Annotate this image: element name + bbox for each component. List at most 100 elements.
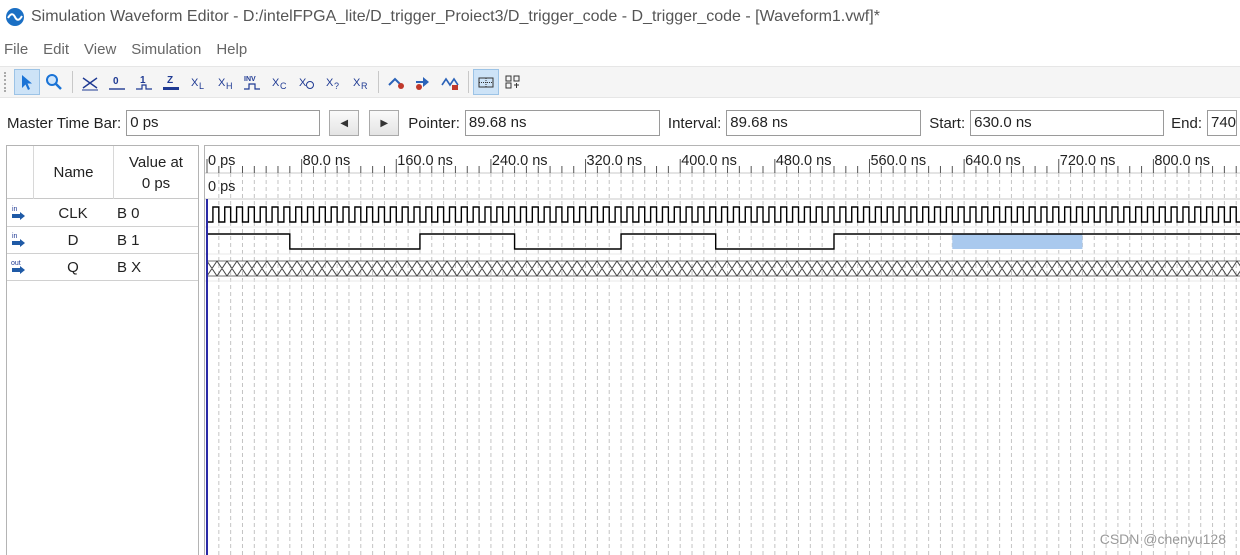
- master-time-bar-field[interactable]: 0 ps: [126, 110, 321, 136]
- value-header-line1: Value at: [129, 153, 183, 171]
- title-bar: Simulation Waveform Editor - D:/intelFPG…: [0, 0, 1240, 34]
- svg-text:X: X: [218, 77, 226, 89]
- selection-tool-button[interactable]: [14, 69, 40, 95]
- pointer-field: 89.68 ns: [464, 110, 660, 136]
- signal-name: Q: [67, 259, 79, 276]
- pointer-label: Pointer:: [408, 114, 460, 132]
- svg-text:Z: Z: [167, 75, 173, 86]
- force-low-icon: 0: [109, 76, 125, 90]
- menu-simulation[interactable]: Simulation: [131, 41, 201, 58]
- grid-size-button[interactable]: [473, 69, 499, 95]
- ruler-label: 0 ps: [208, 153, 235, 169]
- run-functional-simulation-button[interactable]: [410, 69, 436, 95]
- count-value-button[interactable]: XC: [266, 69, 292, 95]
- ruler-label: 320.0 ns: [587, 153, 643, 169]
- snap-to-grid-icon: [388, 77, 404, 89]
- force-unknown-button[interactable]: [77, 69, 103, 95]
- run-timing-simulation-button[interactable]: [437, 69, 463, 95]
- signal-row-clk[interactable]: in CLK B 0: [7, 200, 198, 227]
- ruler-label: 560.0 ns: [870, 153, 926, 169]
- snap-to-grid-button[interactable]: [383, 69, 409, 95]
- svg-text:X: X: [326, 77, 334, 89]
- random-value-button[interactable]: XR: [347, 69, 373, 95]
- force-weak-low-button[interactable]: XL: [185, 69, 211, 95]
- waveform-settings-button[interactable]: [500, 69, 526, 95]
- time-bar: Master Time Bar: 0 ps ◀ ▶ Pointer: 89.68…: [0, 104, 1240, 142]
- value-column-header[interactable]: Value at 0 ps: [113, 146, 198, 199]
- ruler-label: 720.0 ns: [1060, 153, 1116, 169]
- signal-name: CLK: [58, 205, 88, 222]
- force-unknown-icon: [82, 77, 98, 91]
- svg-text:L: L: [199, 81, 204, 91]
- force-weak-high-button[interactable]: XH: [212, 69, 238, 95]
- grid-size-icon: [478, 77, 494, 88]
- clock-icon: X: [299, 77, 314, 89]
- force-weak-low-icon: XL: [191, 77, 204, 91]
- svg-text:?: ?: [334, 81, 339, 91]
- input-pin-icon: in: [12, 233, 25, 247]
- svg-text:0: 0: [113, 76, 119, 87]
- signal-name: D: [67, 232, 79, 249]
- toolbar-grip[interactable]: [4, 72, 8, 92]
- ruler-label: 800.0 ns: [1154, 153, 1210, 169]
- clock-button[interactable]: X: [293, 69, 319, 95]
- signal-list-panel: Name Value at 0 ps in CLK B 0 in D B 1 o…: [6, 145, 199, 555]
- menu-help[interactable]: Help: [216, 41, 247, 58]
- ruler-label: 400.0 ns: [681, 153, 737, 169]
- input-pin-icon: in: [12, 206, 25, 220]
- interval-field: 89.68 ns: [726, 110, 922, 136]
- start-label: Start:: [929, 114, 966, 132]
- svg-text:C: C: [280, 81, 287, 91]
- menu-view[interactable]: View: [84, 41, 116, 58]
- app-icon: [6, 8, 24, 26]
- force-high-impedance-button[interactable]: Z: [158, 69, 184, 95]
- arbitrary-value-icon: X?: [326, 77, 339, 91]
- svg-text:1: 1: [140, 75, 146, 86]
- force-low-button[interactable]: 0: [104, 69, 130, 95]
- watermark: CSDN @chenyu128: [1099, 531, 1226, 547]
- ruler-label: 80.0 ns: [303, 153, 351, 169]
- svg-text:X: X: [353, 77, 361, 89]
- waveform-canvas[interactable]: 0 ps 80.0 ns 160.0 ns 240.0 ns 320.0 ns 400.0…: [205, 146, 1240, 555]
- svg-text:INV: INV: [244, 76, 256, 83]
- menu-bar: File Edit View Simulation Help: [0, 36, 1240, 62]
- invert-icon: INV: [244, 76, 260, 90]
- svg-text:X: X: [191, 77, 199, 89]
- force-weak-high-icon: XH: [218, 77, 233, 91]
- selection-highlight: [952, 234, 1083, 249]
- toolbar-separator: [72, 71, 73, 93]
- force-high-button[interactable]: 1: [131, 69, 157, 95]
- run-functional-simulation-icon: [416, 77, 429, 90]
- name-column-header[interactable]: Name: [33, 146, 113, 199]
- force-high-icon: 1: [136, 75, 152, 90]
- end-label: End:: [1171, 114, 1202, 132]
- clk-waveform: [207, 206, 1240, 223]
- end-field: 740.0 ns: [1206, 110, 1237, 136]
- interval-label: Interval:: [667, 114, 722, 132]
- signal-row-d[interactable]: in D B 1: [7, 227, 198, 254]
- d-waveform: [207, 233, 1240, 250]
- signal-row-q[interactable]: out Q B X: [7, 254, 198, 281]
- force-high-impedance-icon: Z: [163, 75, 179, 90]
- next-transition-button[interactable]: ▶: [369, 110, 400, 136]
- count-value-icon: XC: [272, 77, 287, 91]
- svg-text:in: in: [12, 233, 18, 240]
- signal-value: B X: [117, 259, 142, 276]
- invert-button[interactable]: INV: [239, 69, 265, 95]
- master-time-bar-label: Master Time Bar:: [7, 114, 122, 132]
- menu-edit[interactable]: Edit: [43, 41, 69, 58]
- toolbar-separator: [468, 71, 469, 93]
- svg-text:in: in: [12, 206, 18, 213]
- svg-text:R: R: [361, 81, 368, 91]
- start-field: 630.0 ns: [970, 110, 1165, 136]
- toolbar-separator: [378, 71, 379, 93]
- waveform-panel[interactable]: 0 ps 80.0 ns 160.0 ns 240.0 ns 320.0 ns 400.0…: [204, 145, 1240, 555]
- menu-file[interactable]: File: [4, 41, 28, 58]
- svg-text:out: out: [11, 260, 21, 267]
- selection-pointer-icon: [22, 75, 32, 90]
- arbitrary-value-button[interactable]: X?: [320, 69, 346, 95]
- zoom-tool-button[interactable]: [41, 69, 67, 95]
- previous-transition-button[interactable]: ◀: [329, 110, 360, 136]
- q-waveform-unknown: [206, 260, 1240, 277]
- cursor-time-label: 0 ps: [208, 179, 235, 195]
